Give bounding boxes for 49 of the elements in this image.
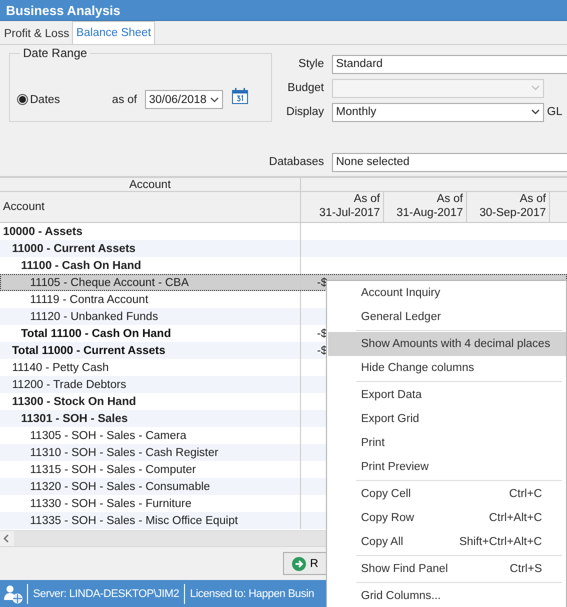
server-status: Server: LINDA-DESKTOP\JIM2 [27, 584, 184, 604]
scroll-left-icon[interactable] [0, 531, 14, 546]
style-field[interactable]: Standard [332, 54, 567, 74]
tab[interactable]: Balance Sheet [72, 21, 156, 44]
account-cell: 10000 - Assets [3, 226, 82, 238]
databases-label: Databases [268, 156, 324, 168]
caret-icon [210, 96, 219, 102]
account-cell: 11301 - SOH - Sales [21, 412, 128, 424]
account-cell: 11120 - Unbanked Funds [30, 310, 158, 322]
group-title: Date Range [20, 46, 90, 60]
dates-radio[interactable]: Dates [17, 94, 60, 106]
display-dropdown[interactable]: Monthly [332, 102, 544, 122]
menu-item[interactable]: Copy All Shift+Ctrl+Alt+C [328, 530, 566, 554]
account-cell: 11335 - SOH - Sales - Misc Office Equipt [30, 514, 238, 526]
account-cell: Total 11100 - Cash On Hand [21, 328, 171, 340]
column-header[interactable]: As of 31-Jul-2017 [301, 192, 384, 222]
account-cell: 11000 - Current Assets [12, 242, 136, 254]
account-cell: 11310 - SOH - Sales - Cash Register [30, 446, 218, 458]
account-cell: 11105 - Cheque Account - CBA [30, 276, 189, 288]
column-header[interactable]: Account [0, 192, 301, 222]
gl-label: GL [547, 106, 562, 118]
account-cell: 11200 - Trade Debtors [12, 378, 126, 390]
user-network-icon [3, 584, 23, 604]
account-cell: 11300 - Stock On Hand [12, 396, 136, 408]
menu-item[interactable]: Grid Columns... [328, 584, 566, 607]
display-label: Display [286, 106, 324, 118]
account-cell: 11330 - SOH - Sales - Furniture [30, 498, 192, 510]
databases-field[interactable]: None selected [332, 152, 567, 172]
table-row[interactable]: 11000 - Current Assets [0, 240, 567, 257]
account-cell: 11140 - Petty Cash [12, 362, 109, 374]
as-of-label: as of [112, 94, 137, 106]
budget-label: Budget [286, 82, 324, 94]
menu-item[interactable]: Show Amounts with 4 decimal places [328, 332, 566, 356]
column-header[interactable]: As of 30-Sep-2017 [467, 192, 550, 222]
arrow-icon [292, 556, 306, 570]
account-cell: 11119 - Contra Account [30, 294, 148, 306]
style-label: Style [297, 58, 324, 70]
account-cell: 11320 - SOH - Sales - Consumable [30, 480, 210, 492]
account-cell: 11305 - SOH - Sales - Camera [30, 430, 186, 442]
license-status: Licensed to: Happen Busin [184, 584, 320, 604]
caret-icon [531, 109, 540, 115]
date-field[interactable]: 30/06/2018 [144, 90, 223, 109]
window-title: Business Analysis [6, 2, 120, 18]
column-header[interactable]: As of 31-Aug-2017 [384, 192, 467, 222]
account-cell: 11100 - Cash On Hand [21, 260, 142, 272]
account-cell: Total 11000 - Current Assets [12, 344, 166, 356]
account-cell: 11315 - SOH - Sales - Computer [30, 464, 196, 476]
calendar-icon[interactable] [230, 86, 249, 104]
caret-icon [531, 85, 540, 91]
